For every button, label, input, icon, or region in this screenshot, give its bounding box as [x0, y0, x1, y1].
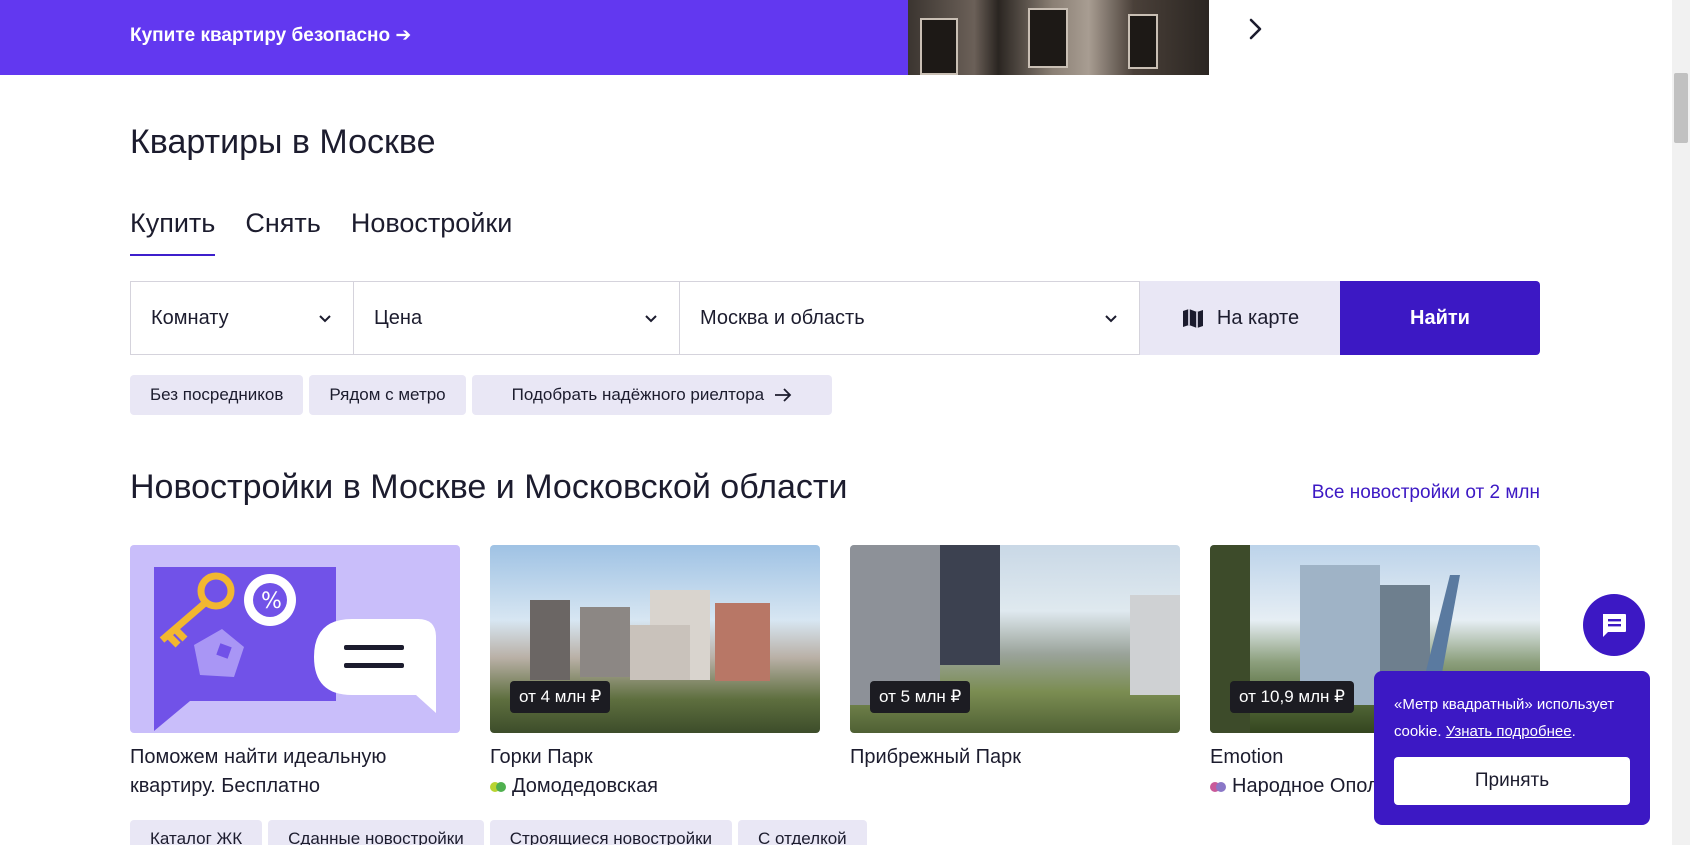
card-title: Горки Парк [490, 746, 593, 768]
chevron-down-icon [319, 315, 331, 323]
search-form: Комнату Цена Москва и область На карте Н… [130, 281, 1540, 355]
region-select[interactable]: Москва и область [680, 281, 1140, 355]
card-photo: от 5 млн ₽ [850, 545, 1180, 733]
chevron-down-icon [1105, 315, 1117, 323]
chip-completed[interactable]: Сданные новостройки [268, 820, 484, 845]
scrollbar-thumb[interactable] [1674, 73, 1688, 143]
chevron-down-icon [645, 315, 657, 323]
promo-photo [908, 0, 1209, 75]
svg-text:%: % [261, 589, 282, 614]
tab-newbuilds[interactable]: Новостройки [351, 208, 512, 256]
chevron-right-icon[interactable] [1240, 14, 1270, 44]
chip-find-realtor-label: Подобрать надёжного риелтора [511, 385, 765, 404]
metro-station: Домодедовская [490, 772, 820, 801]
card-gorki-park[interactable]: от 4 млн ₽ Горки Парк Домодедовская [490, 545, 820, 801]
quick-filters: Без посредников Рядом с метро Подобрать … [130, 375, 833, 415]
price-select-value: Цена [374, 306, 423, 329]
chat-icon [1603, 614, 1626, 637]
card-pribrezhny-park[interactable]: от 5 млн ₽ Прибрежный Парк [850, 545, 1180, 772]
card-title: Прибрежный Парк [850, 746, 1022, 768]
card-realtor-help[interactable]: % Поможем найти идеальную квартиру. Бесп… [130, 545, 460, 801]
rooms-select-value: Комнату [151, 306, 229, 329]
page-scrollbar[interactable] [1672, 0, 1690, 845]
price-badge: от 4 млн ₽ [510, 681, 611, 713]
metro-line-icon [1210, 781, 1226, 792]
rooms-select[interactable]: Комнату [130, 281, 354, 355]
chip-find-realtor[interactable]: Подобрать надёжного риелтора [471, 375, 833, 415]
region-select-value: Москва и область [700, 306, 865, 329]
arrow-right-icon [775, 388, 792, 402]
deal-tabs: Купить Снять Новостройки [130, 208, 512, 256]
chip-catalog[interactable]: Каталог ЖК [130, 820, 263, 845]
promo-banner[interactable]: Купите квартиру безопасно ➔ [0, 0, 1209, 75]
chip-no-agents[interactable]: Без посредников [130, 375, 304, 415]
page-title: Квартиры в Москве [130, 123, 436, 161]
metro-name: Домодедовская [512, 775, 659, 797]
promo-text[interactable]: Купите квартиру безопасно ➔ [130, 24, 411, 47]
chip-near-metro[interactable]: Рядом с метро [309, 375, 466, 415]
newbuilds-heading: Новостройки в Москве и Московской област… [130, 468, 848, 506]
chip-with-finishing[interactable]: С отделкой [738, 820, 867, 845]
chat-button[interactable] [1583, 594, 1645, 656]
chip-under-construction[interactable]: Строящиеся новостройки [489, 820, 733, 845]
price-badge: от 5 млн ₽ [870, 681, 971, 713]
map-icon [1182, 309, 1203, 328]
price-badge: от 10,9 млн ₽ [1230, 681, 1354, 713]
card-title: Поможем найти идеальную квартиру. Беспла… [130, 746, 387, 797]
cookie-learn-more-link[interactable]: Узнать подробнее [1446, 723, 1572, 740]
promo-illustration: % [130, 545, 460, 733]
cookie-notice: «Метр квадратный» использует cookie. Узн… [1374, 671, 1650, 825]
find-button[interactable]: Найти [1340, 281, 1540, 355]
map-button[interactable]: На карте [1140, 281, 1340, 355]
cookie-text: «Метр квадратный» использует cookie. Узн… [1394, 696, 1615, 740]
tab-buy[interactable]: Купить [130, 208, 216, 256]
cookie-accept-button[interactable]: Принять [1394, 757, 1630, 805]
map-button-label: На карте [1216, 306, 1300, 329]
price-select[interactable]: Цена [354, 281, 680, 355]
metro-line-icon [490, 781, 506, 792]
tab-rent[interactable]: Снять [245, 208, 320, 256]
catalog-filters: Каталог ЖК Сданные новостройки Строящиес… [130, 820, 867, 845]
card-photo: от 4 млн ₽ [490, 545, 820, 733]
all-newbuilds-link[interactable]: Все новостройки от 2 млн [1312, 482, 1540, 504]
